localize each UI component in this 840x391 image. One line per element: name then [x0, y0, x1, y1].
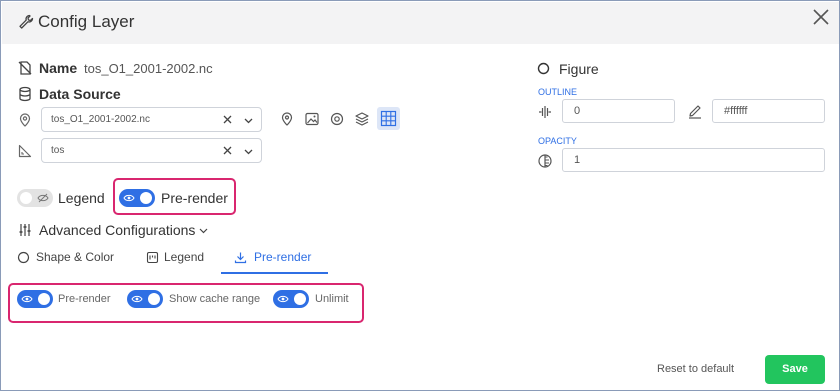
- active-tab-indicator: [221, 272, 328, 274]
- close-icon[interactable]: [809, 5, 833, 29]
- database-icon: [19, 86, 31, 102]
- advanced-configurations-label[interactable]: Advanced Configurations: [39, 222, 195, 238]
- unlimit-label: Unlimit: [315, 293, 349, 305]
- variable-select-value: tos: [51, 145, 65, 156]
- show-cache-range-label: Show cache range: [169, 293, 261, 305]
- tab-label: Pre-render: [254, 250, 312, 264]
- pre-render-toggle-label: Pre-render: [161, 190, 228, 206]
- image-icon[interactable]: [304, 111, 320, 127]
- toggle-knob: [38, 293, 50, 305]
- chevron-down-icon[interactable]: [243, 115, 254, 126]
- toggle-knob: [140, 192, 152, 204]
- dialog-title: Config Layer: [38, 12, 135, 31]
- toggle-knob: [20, 192, 32, 204]
- data-source-label: Data Source: [39, 86, 121, 102]
- clear-icon[interactable]: [221, 144, 234, 157]
- target-icon[interactable]: [329, 111, 345, 127]
- name-value: tos_O1_2001-2002.nc: [84, 61, 213, 76]
- chevron-down-icon[interactable]: [243, 146, 254, 157]
- file-select[interactable]: tos_O1_2001-2002.nc: [41, 107, 262, 132]
- legend-toggle[interactable]: [17, 189, 53, 207]
- pre-render-toggle[interactable]: [119, 189, 155, 207]
- grid-icon: [380, 110, 397, 127]
- toggle-knob: [148, 293, 160, 305]
- eye-icon: [123, 194, 135, 202]
- pencil-icon[interactable]: [687, 103, 703, 119]
- config-layer-dialog: Config Layer Name tos_O1_2001-2002.nc Da…: [0, 0, 840, 391]
- outline-width-input[interactable]: 0: [562, 99, 675, 123]
- legend-icon: [146, 251, 159, 264]
- legend-toggle-label: Legend: [58, 190, 105, 206]
- eye-icon: [21, 295, 33, 303]
- map-pin-icon[interactable]: [279, 111, 295, 127]
- eye-icon: [277, 295, 289, 303]
- wrench-icon: [19, 14, 34, 29]
- opacity-input[interactable]: 1: [562, 148, 825, 172]
- outline-width-value: 0: [574, 105, 581, 117]
- save-button[interactable]: Save: [765, 355, 825, 384]
- sliders-icon: [19, 224, 31, 236]
- pre-render-option-toggle[interactable]: [17, 290, 53, 308]
- unlimit-toggle[interactable]: [273, 290, 309, 308]
- show-cache-range-toggle[interactable]: [127, 290, 163, 308]
- dialog-header: Config Layer: [2, 2, 839, 44]
- tab-label: Legend: [164, 250, 205, 264]
- circle-icon: [17, 251, 30, 264]
- grid-layer-button[interactable]: [377, 107, 400, 130]
- tab-label: Shape & Color: [36, 250, 115, 264]
- opacity-value: 1: [574, 154, 581, 166]
- toggle-knob: [294, 293, 306, 305]
- pre-render-option-label: Pre-render: [58, 293, 111, 305]
- layers-icon[interactable]: [354, 111, 370, 127]
- ruler-triangle-icon: [18, 144, 32, 158]
- download-icon: [234, 252, 247, 264]
- reset-to-default-button[interactable]: Reset to default: [657, 363, 734, 375]
- eye-icon: [131, 295, 143, 303]
- location-pin-icon: [19, 113, 31, 127]
- chevron-down-icon[interactable]: [198, 225, 209, 236]
- file-select-value: tos_O1_2001-2002.nc: [51, 114, 150, 125]
- opacity-label: OPACITY: [538, 136, 577, 146]
- opacity-icon: [538, 154, 552, 168]
- outline-color-input[interactable]: #ffffff: [712, 99, 825, 123]
- figure-label: Figure: [559, 61, 599, 77]
- file-slash-icon: [18, 61, 32, 75]
- name-label: Name: [39, 60, 78, 76]
- outline-color-value: #ffffff: [724, 105, 748, 117]
- stroke-width-icon: [539, 106, 551, 118]
- eye-off-icon: [37, 193, 49, 203]
- outline-label: OUTLINE: [538, 87, 578, 97]
- variable-select[interactable]: tos: [41, 138, 262, 163]
- circle-icon: [537, 62, 550, 75]
- clear-icon[interactable]: [221, 113, 234, 126]
